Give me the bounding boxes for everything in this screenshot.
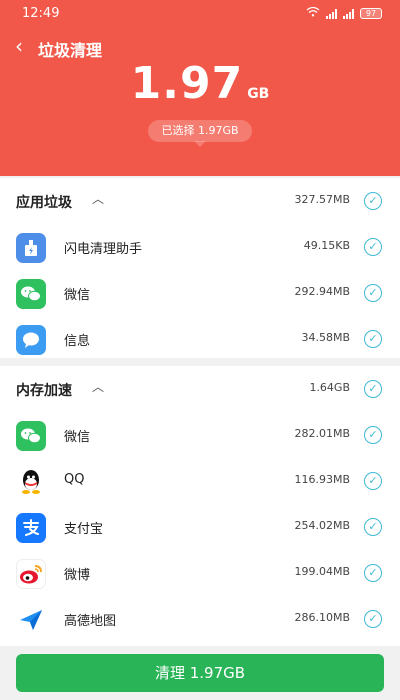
wechat-icon — [16, 421, 46, 451]
junk-section-title: 应用垃圾 — [16, 195, 72, 211]
qq-icon — [16, 467, 46, 497]
signal-icon — [326, 8, 337, 19]
messages-icon — [16, 325, 46, 355]
selected-badge-tip — [194, 141, 206, 147]
item-size: 254.02MB — [294, 519, 350, 532]
list-item[interactable]: 高德地图 286.10MB ✓ — [0, 596, 400, 642]
item-size: 34.58MB — [301, 331, 350, 344]
weibo-icon — [16, 559, 46, 589]
item-checkbox[interactable]: ✓ — [364, 518, 382, 536]
signal-icon-2 — [343, 8, 354, 19]
item-label: 微信 — [64, 430, 91, 445]
item-label: 微信 — [64, 288, 91, 303]
item-checkbox[interactable]: ✓ — [364, 564, 382, 582]
chevron-up-icon[interactable]: ︿ — [92, 378, 104, 395]
wifi-icon — [306, 6, 320, 20]
junk-section-checkbox[interactable]: ✓ — [364, 192, 382, 210]
list-item[interactable]: 微信 292.94MB ✓ — [0, 270, 400, 316]
item-label: 闪电清理助手 — [64, 242, 143, 257]
item-checkbox[interactable]: ✓ — [364, 330, 382, 348]
status-bar: 12:49 97 — [0, 0, 400, 28]
item-label: 微博 — [64, 568, 91, 583]
total-size-unit: GB — [247, 86, 270, 102]
item-size: 116.93MB — [294, 473, 350, 486]
item-checkbox[interactable]: ✓ — [364, 610, 382, 628]
junk-section: 应用垃圾 ︿ 327.57MB ✓ 闪电清理助手 49.15KB ✓ 微信 29… — [0, 178, 400, 358]
header: 12:49 97 ‹ 垃圾清理 1.97 GB 已选择 1.97GB — [0, 0, 400, 176]
item-label: QQ — [64, 472, 85, 487]
item-label: 支付宝 — [64, 522, 104, 537]
status-icons: 97 — [306, 6, 382, 20]
item-size: 199.04MB — [294, 565, 350, 578]
status-time: 12:49 — [22, 6, 60, 21]
memory-section-title: 内存加速 — [16, 383, 72, 399]
item-checkbox[interactable]: ✓ — [364, 426, 382, 444]
list-item[interactable]: 微信 282.01MB ✓ — [0, 412, 400, 458]
battery-icon: 97 — [360, 8, 382, 19]
flash-cleaner-icon — [16, 233, 46, 263]
clean-button[interactable]: 清理 1.97GB — [16, 654, 384, 692]
junk-section-size: 327.57MB — [294, 193, 350, 206]
memory-section-header[interactable]: 内存加速 ︿ 1.64GB ✓ — [0, 366, 400, 412]
item-size: 49.15KB — [303, 239, 350, 252]
item-label: 信息 — [64, 334, 91, 349]
amap-icon — [16, 605, 46, 635]
junk-section-header[interactable]: 应用垃圾 ︿ 327.57MB ✓ — [0, 178, 400, 224]
item-checkbox[interactable]: ✓ — [364, 284, 382, 302]
total-size-number: 1.97 — [130, 58, 244, 109]
list-item[interactable]: 支付宝 254.02MB ✓ — [0, 504, 400, 550]
item-size: 286.10MB — [294, 611, 350, 624]
wechat-icon — [16, 279, 46, 309]
chevron-up-icon[interactable]: ︿ — [92, 190, 104, 207]
list-item[interactable]: 信息 34.58MB ✓ — [0, 316, 400, 362]
list-item[interactable]: 微博 199.04MB ✓ — [0, 550, 400, 596]
item-checkbox[interactable]: ✓ — [364, 472, 382, 490]
memory-section: 内存加速 ︿ 1.64GB ✓ 微信 282.01MB ✓ QQ 116.93M… — [0, 366, 400, 646]
memory-section-size: 1.64GB — [309, 381, 350, 394]
item-label: 高德地图 — [64, 614, 117, 629]
list-item[interactable]: 闪电清理助手 49.15KB ✓ — [0, 224, 400, 270]
memory-section-checkbox[interactable]: ✓ — [364, 380, 382, 398]
list-item[interactable]: QQ 116.93MB ✓ — [0, 458, 400, 504]
item-size: 292.94MB — [294, 285, 350, 298]
back-icon[interactable]: ‹ — [8, 36, 30, 58]
selected-badge: 已选择 1.97GB — [148, 120, 252, 142]
alipay-icon — [16, 513, 46, 543]
total-size: 1.97 GB — [0, 58, 400, 109]
item-size: 282.01MB — [294, 427, 350, 440]
item-checkbox[interactable]: ✓ — [364, 238, 382, 256]
